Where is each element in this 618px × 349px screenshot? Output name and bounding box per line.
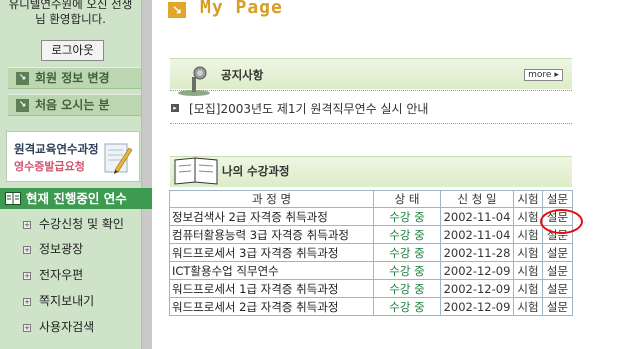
sidebar-item-label: 정보광장 <box>39 242 84 256</box>
plus-icon: + <box>23 272 31 280</box>
date-cell: 2002-11-04 <box>440 225 514 244</box>
date-cell: 2002-12-09 <box>440 261 514 280</box>
receipt-request-banner[interactable]: 원격교육연수과정 영수증발급요청 <box>6 131 140 182</box>
table-row: 워드프로세서 2급 자격증 취득과정 수강 중 2002-12-09 시험 설문 <box>169 297 573 316</box>
date-cell: 2002-12-09 <box>440 297 514 316</box>
current-courses-label: 현재 진행중인 연수 <box>26 191 127 206</box>
table-header-row: 과 정 명 상 태 신 청 일 시험 설문 <box>169 190 573 208</box>
date-cell: 2002-12-09 <box>440 279 514 298</box>
course-name-link[interactable]: ICT활용수업 직무연수 <box>169 261 374 280</box>
date-cell: 2002-11-28 <box>440 243 514 262</box>
notice-item-link[interactable]: [모집]2003년도 제1기 원격직무연수 실시 안내 <box>189 100 428 117</box>
course-name-link[interactable]: 컴퓨터활용능력 3급 자격증 취득과정 <box>169 225 374 244</box>
status-cell: 수강 중 <box>373 261 441 280</box>
survey-highlight-circle <box>540 209 583 234</box>
table-row: 워드프로세서 3급 자격증 취득과정 수강 중 2002-11-28 시험 설문 <box>169 243 573 262</box>
sidebar-item-email[interactable]: + 전자우편 <box>23 266 83 283</box>
table-row: 컴퓨터활용능력 3급 자격증 취득과정 수강 중 2002-11-04 시험 설… <box>169 225 573 244</box>
sidebar-item-note[interactable]: + 쪽지보내기 <box>23 292 94 309</box>
course-name-link[interactable]: 워드프로세서 1급 자격증 취득과정 <box>169 279 374 298</box>
exam-link[interactable]: 시험 <box>513 279 543 298</box>
col-course-name: 과 정 명 <box>169 190 374 208</box>
divider <box>170 90 572 91</box>
logout-button[interactable]: 로그아웃 <box>41 40 104 61</box>
plus-icon: + <box>23 298 31 306</box>
notice-more-button[interactable]: more ▸ <box>524 69 563 81</box>
sidebar-item-enrollment[interactable]: + 수강신청 및 확인 <box>23 215 124 232</box>
book-icon <box>5 192 21 205</box>
col-status: 상 태 <box>373 190 441 208</box>
plus-icon: + <box>23 221 31 229</box>
status-cell: 수강 중 <box>373 225 441 244</box>
survey-link[interactable]: 설문 <box>542 243 573 262</box>
col-apply-date: 신 청 일 <box>440 190 514 208</box>
page-title: My Page <box>200 0 283 18</box>
status-cell: 수강 중 <box>373 279 441 298</box>
survey-link[interactable]: 설문 <box>542 261 573 280</box>
sidebar-item-label: 전자우편 <box>39 268 84 282</box>
banner-title: 원격교육연수과정 <box>14 142 99 156</box>
courses-table: 과 정 명 상 태 신 청 일 시험 설문 정보검색사 2급 자격증 취득과정 … <box>169 190 573 316</box>
table-row: 정보검색사 2급 자격증 취득과정 수강 중 2002-11-04 시험 설문 <box>169 207 573 226</box>
sidebar-item-label: 사용자검색 <box>39 320 95 334</box>
table-row: ICT활용수업 직무연수 수강 중 2002-12-09 시험 설문 <box>169 261 573 280</box>
welcome-line-2: 님 환영합니다. <box>35 12 106 26</box>
sidebar-item-label: 쪽지보내기 <box>39 294 95 308</box>
sidebar-item-info-plaza[interactable]: + 정보광장 <box>23 240 83 257</box>
welcome-message: 유니텔연수원에 오신 선생 님 환영합니다. <box>0 0 141 26</box>
arrow-icon: ↘ <box>16 99 29 112</box>
course-name-link[interactable]: 워드프로세서 3급 자격증 취득과정 <box>169 243 374 262</box>
open-book-icon <box>174 157 218 185</box>
sidebar-item-label: 수강신청 및 확인 <box>39 217 124 231</box>
exam-link[interactable]: 시험 <box>513 243 543 262</box>
banner-subtitle: 영수증발급요청 <box>14 160 85 173</box>
courses-title: 나의 수강과정 <box>222 164 290 178</box>
exam-link[interactable]: 시험 <box>513 261 543 280</box>
member-info-edit-label: 회원 정보 변경 <box>35 71 110 85</box>
arrow-icon: ↘ <box>16 72 29 85</box>
plus-icon: + <box>23 246 31 254</box>
divider <box>170 123 572 124</box>
first-visit-button[interactable]: ↘ 처음 오시는 분 <box>8 94 141 116</box>
course-name-link[interactable]: 워드프로세서 2급 자격증 취득과정 <box>169 297 374 316</box>
microphone-icon <box>178 66 210 96</box>
current-courses-menu[interactable]: 현재 진행중인 연수 <box>0 188 152 209</box>
more-label: more <box>528 70 552 80</box>
survey-link[interactable]: 설문 <box>542 279 573 298</box>
first-visit-label: 처음 오시는 분 <box>35 98 110 112</box>
sidebar-item-user-search[interactable]: + 사용자검색 <box>23 318 94 335</box>
status-cell: 수강 중 <box>373 243 441 262</box>
col-survey: 설문 <box>542 190 573 208</box>
sidebar-divider <box>141 0 152 349</box>
mypage-arrow-icon: ↘ <box>168 2 186 18</box>
course-name-link[interactable]: 정보검색사 2급 자격증 취득과정 <box>169 207 374 226</box>
exam-link[interactable]: 시험 <box>513 297 543 316</box>
pencil-icon <box>104 143 133 174</box>
notice-title: 공지사항 <box>221 68 264 82</box>
exam-link[interactable]: 시험 <box>513 225 543 244</box>
welcome-line-1: 유니텔연수원에 오신 선생 <box>8 0 133 11</box>
member-info-edit-button[interactable]: ↘ 회원 정보 변경 <box>8 67 141 89</box>
col-exam: 시험 <box>513 190 543 208</box>
table-row: 워드프로세서 1급 자격증 취득과정 수강 중 2002-12-09 시험 설문 <box>169 279 573 298</box>
plus-icon: + <box>23 324 31 332</box>
survey-link[interactable]: 설문 <box>542 297 573 316</box>
date-cell: 2002-11-04 <box>440 207 514 226</box>
status-cell: 수강 중 <box>373 297 441 316</box>
exam-link[interactable]: 시험 <box>513 207 543 226</box>
bullet-icon: ▸ <box>171 104 179 112</box>
status-cell: 수강 중 <box>373 207 441 226</box>
